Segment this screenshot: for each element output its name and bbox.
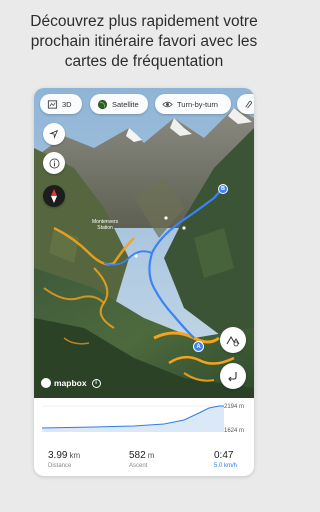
info-icon [49, 158, 59, 168]
mountain-route-icon [226, 336, 240, 347]
satellite-toggle[interactable]: Satellite [90, 94, 148, 114]
compass-icon [51, 189, 57, 203]
eye-icon [162, 101, 173, 107]
turn-by-turn-label: Turn-by-turn [177, 99, 218, 109]
distance-stat: 3.99 km Distance [48, 450, 80, 469]
navigation-arrow-icon [49, 129, 59, 139]
more-options-chip[interactable] [237, 94, 254, 114]
mode-3d-toggle[interactable]: 3D [40, 94, 82, 114]
globe-icon [97, 99, 108, 109]
phone-screen: Montenvers Station B A 3D Satellite Turn… [34, 88, 254, 476]
ascent-unit: m [147, 451, 155, 460]
locate-button[interactable] [43, 123, 65, 145]
mapbox-label: mapbox [54, 378, 87, 388]
headline-line-2: prochain itinéraire favori avec les [30, 33, 258, 50]
compass-button[interactable] [43, 185, 65, 207]
time-stat[interactable]: 0:47 5.0 km/h [214, 450, 237, 469]
elevation-profile[interactable] [34, 398, 254, 438]
distance-unit: km [69, 451, 81, 460]
ascent-value: 582 [129, 450, 146, 461]
mode-3d-label: 3D [62, 99, 72, 109]
ascent-stat: 582 m Ascent [129, 450, 154, 469]
elevation-min: 1624 m [224, 428, 245, 434]
mapbox-attribution[interactable]: mapbox i [41, 378, 101, 388]
time-value: 0:47 [214, 450, 234, 461]
speed-label[interactable]: 5.0 km/h [214, 463, 237, 469]
headline-line-3: cartes de fréquentation [64, 53, 224, 70]
distance-label: Distance [48, 463, 72, 469]
ascent-label: Ascent [129, 463, 148, 469]
marker-a[interactable]: A [193, 341, 204, 352]
terrain-map [34, 88, 254, 398]
satellite-label: Satellite [112, 99, 139, 109]
return-arrow-icon [228, 372, 237, 382]
place-label: Montenvers Station [92, 219, 118, 231]
layers-icon [47, 99, 58, 109]
place-label-line-2: Station [97, 225, 113, 231]
map-toolbar: 3D Satellite Turn-by-turn [34, 94, 254, 114]
headline: Découvrez plus rapidement votre prochain… [0, 12, 288, 72]
route-stats: 3.99 km Distance 582 m Ascent 0:47 5.0 km/… [34, 450, 254, 476]
attribution-info-icon[interactable]: i [91, 378, 101, 388]
route-options-button[interactable] [220, 327, 246, 353]
marker-b[interactable]: B [218, 184, 228, 194]
distance-value: 3.99 [48, 450, 68, 461]
reverse-route-button[interactable] [220, 363, 246, 389]
mapbox-logo-icon [41, 378, 51, 388]
headline-line-1: Découvrez plus rapidement votre [30, 13, 258, 30]
info-button[interactable] [43, 152, 65, 174]
turn-by-turn-toggle[interactable]: Turn-by-turn [155, 94, 231, 114]
map-view[interactable]: Montenvers Station B A 3D Satellite Turn… [34, 88, 254, 398]
paperclip-icon [245, 100, 253, 108]
elevation-max: 2194 m [224, 404, 245, 410]
